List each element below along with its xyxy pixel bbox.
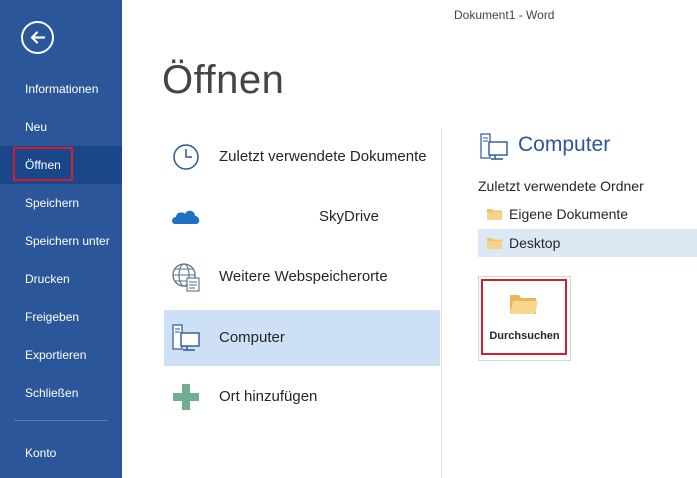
sidebar-item-label: Neu <box>25 120 48 134</box>
sidebar-item-label: Öffnen <box>25 158 61 172</box>
sidebar-item-label: Drucken <box>25 272 70 286</box>
panel-divider <box>441 128 442 478</box>
sidebar-item-konto[interactable]: Konto <box>0 434 122 472</box>
place-label: Weitere Webspeicherorte <box>219 268 388 285</box>
computer-icon <box>172 324 200 351</box>
globe-icon <box>172 263 200 292</box>
browse-button-label: Durchsuchen <box>489 330 560 342</box>
plus-icon <box>173 384 199 410</box>
sidebar-item-speichern[interactable]: Speichern <box>0 184 122 222</box>
place-label: Zuletzt verwendete Dokumente <box>219 148 427 165</box>
place-recent-documents[interactable]: Zuletzt verwendete Dokumente <box>164 129 440 185</box>
computer-icon <box>480 133 508 160</box>
place-add-location[interactable]: Ort hinzufügen <box>164 369 440 425</box>
sidebar-item-freigeben[interactable]: Freigeben <box>0 298 122 336</box>
recent-folders-heading: Zuletzt verwendete Ordner <box>478 178 644 194</box>
folder-icon <box>487 238 502 249</box>
folder-item-desktop[interactable]: Desktop <box>478 229 697 257</box>
section-title: Computer <box>518 133 611 156</box>
sidebar-item-label: Speichern unter <box>25 234 110 248</box>
cloud-icon <box>172 210 200 224</box>
browse-button[interactable] <box>478 276 571 361</box>
place-label: SkyDrive <box>319 208 380 225</box>
place-other-web-locations[interactable]: Weitere Webspeicherorte <box>164 249 440 305</box>
sidebar-item-oeffnen[interactable]: Öffnen <box>0 146 122 184</box>
sidebar-item-drucken[interactable]: Drucken <box>0 260 122 298</box>
folder-label: Eigene Dokumente <box>509 206 629 222</box>
sidebar-item-label: Konto <box>25 446 57 460</box>
sidebar-item-speichern-unter[interactable]: Speichern unter <box>0 222 122 260</box>
folder-icon <box>487 209 502 220</box>
sidebar-item-exportieren[interactable]: Exportieren <box>0 336 122 374</box>
sidebar-item-informationen[interactable]: Informationen <box>0 70 122 108</box>
back-arrow-icon <box>30 31 46 44</box>
sidebar-item-label: Informationen <box>25 82 99 96</box>
sidebar-item-label: Freigeben <box>25 310 80 324</box>
folder-icon <box>510 295 538 314</box>
sidebar-item-neu[interactable]: Neu <box>0 108 122 146</box>
folder-item-eigene-dokumente[interactable]: Eigene Dokumente <box>478 200 697 228</box>
sidebar-item-label: Schließen <box>25 386 79 400</box>
place-label: Computer <box>219 329 285 346</box>
sidebar-item-label: Exportieren <box>25 348 87 362</box>
place-skydrive[interactable]: SkyDrive <box>164 189 440 245</box>
back-button[interactable] <box>21 21 54 54</box>
sidebar-divider <box>14 420 108 421</box>
sidebar-item-label: Speichern <box>25 196 80 210</box>
backstage-sidebar: Informationen Neu Öffnen Speichern Speic… <box>0 0 122 478</box>
folder-label: Desktop <box>509 235 561 251</box>
place-label: Ort hinzufügen <box>219 388 318 405</box>
page-title: Öffnen <box>162 58 285 102</box>
sidebar-item-schliessen[interactable]: Schließen <box>0 374 122 412</box>
place-computer[interactable]: Computer <box>164 310 440 366</box>
window-title: Dokument1 - Word <box>454 8 555 22</box>
clock-icon <box>173 144 199 170</box>
